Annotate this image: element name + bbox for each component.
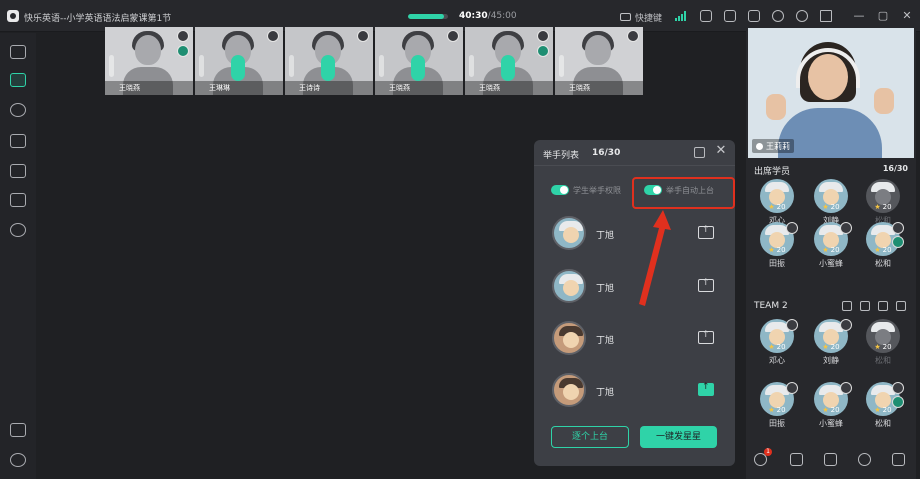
toggle-switch[interactable] [551, 185, 569, 195]
annotation-arrow [639, 210, 671, 306]
video-tile[interactable]: 王晓燕 [375, 27, 463, 95]
mic-icon[interactable] [878, 301, 888, 311]
screen-icon[interactable] [824, 453, 837, 466]
video-tile[interactable]: 王晓燕 [105, 27, 193, 95]
stage-up-button[interactable] [698, 225, 714, 239]
stage-up-button[interactable] [698, 278, 714, 292]
record-icon[interactable] [748, 10, 760, 22]
video-tile[interactable]: 王琳琳 [195, 27, 283, 95]
library-icon[interactable] [10, 45, 26, 59]
teacher-name-label: 王莉莉 [752, 139, 794, 153]
user-icon [756, 142, 763, 150]
panel-header: 举手列表 16/30 ✕ [534, 140, 735, 166]
settings-icon[interactable] [10, 453, 26, 467]
teacher-video[interactable]: 王莉莉 [748, 28, 914, 158]
shortcut-button[interactable]: 快捷键 [620, 10, 662, 24]
refresh-icon[interactable] [772, 10, 784, 22]
left-toolbar [0, 33, 36, 479]
stage-up-button[interactable] [698, 330, 714, 344]
mic-off-icon [537, 45, 549, 57]
star-icon[interactable] [896, 301, 906, 311]
monitor-icon[interactable] [724, 10, 736, 22]
help-icon[interactable] [796, 10, 808, 22]
menu-icon[interactable] [820, 10, 832, 22]
team-tools [842, 301, 906, 311]
timer-icon[interactable] [858, 453, 871, 466]
avatar [552, 373, 586, 407]
avatar [552, 321, 586, 355]
keyboard-icon [620, 13, 631, 21]
whiteboard-icon[interactable] [10, 164, 26, 178]
hand-icon [177, 30, 189, 42]
panel-count: 16/30 [592, 148, 621, 158]
teacher-icon[interactable] [10, 103, 26, 117]
annotation-highlight-box [632, 177, 735, 209]
student-card[interactable]: ★ 20 小蜜蜂 [808, 382, 854, 436]
app-logo-icon [7, 10, 19, 22]
device-icon[interactable] [700, 10, 712, 22]
close-panel-button[interactable]: ✕ [714, 144, 728, 158]
student-card[interactable]: ★ 20 刘静 [808, 319, 854, 373]
hand-count-badge: 1 [764, 448, 772, 456]
grid-icon[interactable] [10, 134, 26, 148]
signal-icon [675, 11, 687, 21]
stage-up-button[interactable] [698, 382, 714, 396]
class-progress-bar [408, 14, 448, 19]
class-timer: 40:30/45:00 [459, 11, 517, 21]
student-card[interactable]: ★ 20 松和 [860, 382, 906, 436]
student-card[interactable]: ★ 20 邓心 [754, 319, 800, 373]
cloud-icon[interactable] [10, 223, 26, 237]
toolbox-icon[interactable] [10, 423, 26, 437]
student-video-strip: 王晓燕 王琳琳 王诗诗 王晓燕 王晓燕 王晓燕 [105, 27, 645, 95]
close-window-button[interactable]: ✕ [901, 10, 913, 22]
avatar [552, 216, 586, 250]
chat-icon[interactable] [10, 73, 26, 87]
student-card[interactable]: ★ 20 松和 [860, 319, 906, 373]
stage-all-icon[interactable] [694, 147, 705, 158]
mic-off-icon [357, 30, 369, 42]
message-icon[interactable] [892, 453, 905, 466]
student-card[interactable]: ★ 20 田振 [754, 222, 800, 276]
mic-off-icon [447, 30, 459, 42]
right-panel: 王莉莉 出席学员 16/30 ★ 20 邓心 ★ 20 刘静 ★ 20 松和 ★ 20 田振 ★… [746, 27, 916, 479]
one-by-one-stage-button[interactable]: 逐个上台 [551, 426, 629, 448]
discount-icon[interactable] [10, 193, 26, 207]
student-card[interactable]: ★ 20 松和 [860, 222, 906, 276]
app-title: 快乐英语--小学英语语法启蒙课第1节 [24, 14, 172, 24]
student-card[interactable]: ★ 20 田振 [754, 382, 800, 436]
bottom-toolbar: 1 [746, 447, 916, 471]
avatar [552, 269, 586, 303]
minimize-button[interactable]: — [853, 10, 865, 22]
hand-icon [267, 30, 279, 42]
list-item: 丁旭 [552, 321, 722, 359]
toggle-permission[interactable]: 学生举手权限 [551, 183, 621, 197]
video-tile[interactable]: 王晓燕 [465, 27, 553, 95]
attendees-count: 16/30 [882, 164, 908, 173]
hand-icon [537, 30, 549, 42]
send-stars-button[interactable]: 一键发星星 [640, 426, 717, 448]
list-item: 丁旭 [552, 373, 722, 411]
team2-title: TEAM 2 [754, 301, 788, 311]
hand-icon [627, 30, 639, 42]
maximize-button[interactable]: ▢ [877, 10, 889, 22]
panel-title: 举手列表 [543, 151, 580, 161]
video-tile[interactable]: 王晓燕 [555, 27, 643, 95]
wand-icon[interactable] [860, 301, 870, 311]
attendees-title: 出席学员 [754, 167, 791, 177]
video-tile[interactable]: 王诗诗 [285, 27, 373, 95]
rotate-icon[interactable] [790, 453, 803, 466]
mic-off-icon [177, 45, 189, 57]
student-card[interactable]: ★ 20 小蜜蜂 [808, 222, 854, 276]
stage-icon[interactable] [842, 301, 852, 311]
